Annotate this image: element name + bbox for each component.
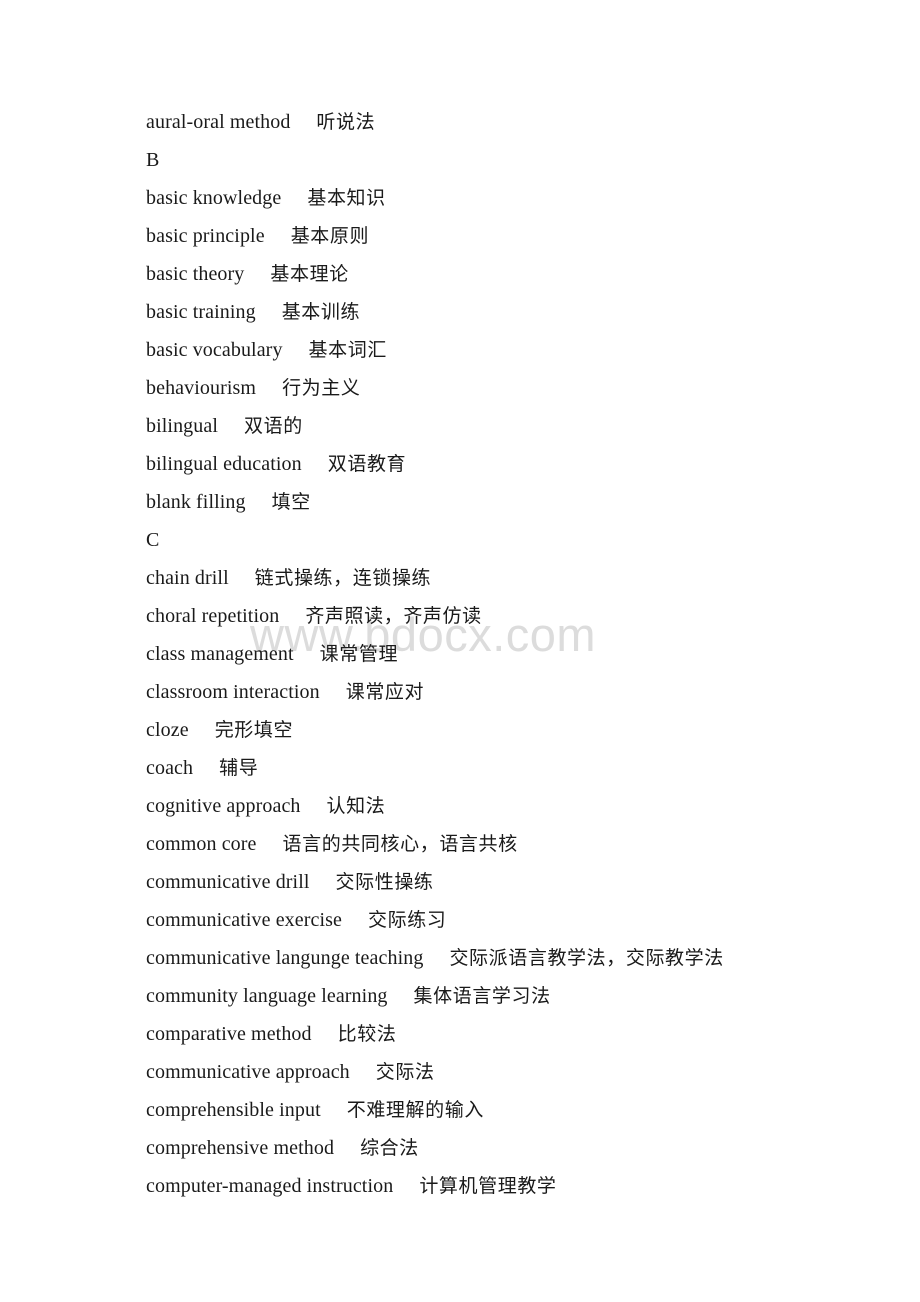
glossary-term: blank filling: [146, 491, 246, 513]
glossary-gloss: 综合法: [360, 1137, 419, 1159]
glossary-term: communicative exercise: [146, 909, 342, 931]
glossary-entry: communicative exercise 交际练习: [146, 901, 866, 939]
glossary-gloss: 双语教育: [327, 453, 407, 475]
glossary-term: basic knowledge: [146, 187, 282, 209]
glossary-term: community language learning: [146, 985, 388, 1007]
glossary-term: comparative method: [146, 1023, 312, 1045]
glossary-entry: comprehensible input 不难理解的输入: [146, 1091, 866, 1129]
glossary-entry: communicative drill 交际性操练: [146, 863, 866, 901]
glossary-term: choral repetition: [146, 605, 280, 627]
glossary-entry: blank filling 填空: [146, 483, 866, 521]
glossary-term: basic principle: [146, 225, 265, 247]
glossary-entry: community language learning 集体语言学习法: [146, 977, 866, 1015]
glossary-term: cloze: [146, 719, 189, 741]
glossary-entry: behaviourism 行为主义: [146, 369, 866, 407]
glossary-term: behaviourism: [146, 377, 257, 399]
glossary-gloss: 课常应对: [345, 681, 425, 703]
glossary-entry: coach 辅导: [146, 749, 866, 787]
glossary-entry: cognitive approach 认知法: [146, 787, 866, 825]
glossary-term: coach: [146, 757, 194, 779]
glossary-term: basic theory: [146, 263, 245, 285]
glossary-entry: classroom interaction 课常应对: [146, 673, 866, 711]
glossary-entry: communicative approach 交际法: [146, 1053, 866, 1091]
document-page: www.bdocx.com aural-oral method 听说法 Bbasic…: [0, 0, 920, 1302]
glossary-gloss: 不难理解的输入: [346, 1099, 484, 1121]
glossary-entry: comparative method 比较法: [146, 1015, 866, 1053]
glossary-gloss: 基本原则: [290, 225, 370, 247]
glossary-entry: aural-oral method 听说法: [146, 103, 866, 141]
glossary-entry: class management 课常管理: [146, 635, 866, 673]
glossary-gloss: 完形填空: [214, 719, 294, 741]
glossary-gloss: 辅导: [219, 757, 259, 779]
glossary-gloss: 语言的共同核心，语言共核: [282, 833, 518, 855]
glossary-term: communicative drill: [146, 871, 310, 893]
glossary-term: aural-oral method: [146, 111, 291, 133]
glossary-entry: basic vocabulary 基本词汇: [146, 331, 866, 369]
glossary-term: communicative langunge teaching: [146, 947, 424, 969]
glossary-gloss: 听说法: [316, 111, 376, 133]
glossary-gloss: 齐声照读，齐声仿读: [305, 605, 482, 627]
glossary-term: bilingual education: [146, 453, 302, 475]
glossary-gloss: 基本知识: [307, 187, 386, 209]
glossary-entry: common core 语言的共同核心，语言共核: [146, 825, 866, 863]
glossary-gloss: 交际法: [375, 1061, 435, 1083]
glossary-term: comprehensible input: [146, 1099, 321, 1121]
glossary-term: comprehensive method: [146, 1137, 335, 1159]
glossary-term: basic training: [146, 301, 256, 323]
glossary-entry: chain drill 链式操练，连锁操练: [146, 559, 866, 597]
glossary-entry: communicative langunge teaching 交际派语言教学法，…: [146, 939, 866, 977]
glossary-entry: basic theory 基本理论: [146, 255, 866, 293]
glossary-term: classroom interaction: [146, 681, 320, 703]
glossary-term: cognitive approach: [146, 795, 301, 817]
glossary-entry: comprehensive method 综合法: [146, 1129, 866, 1167]
glossary-gloss: 链式操练，连锁操练: [254, 567, 432, 589]
glossary-term: B: [146, 149, 160, 171]
glossary-term: communicative approach: [146, 1061, 350, 1083]
glossary-entry: computer-managed instruction 计算机管理教学: [146, 1167, 866, 1205]
glossary-term: class management: [146, 643, 294, 665]
glossary-entry: cloze 完形填空: [146, 711, 866, 749]
glossary-gloss: 集体语言学习法: [413, 985, 551, 1007]
glossary-entry: bilingual education 双语教育: [146, 445, 866, 483]
glossary-gloss: 比较法: [337, 1023, 397, 1045]
glossary-term: computer-managed instruction: [146, 1175, 394, 1197]
glossary-entry-list: aural-oral method 听说法 Bbasic knowledge 基本知识…: [146, 103, 866, 1205]
glossary-gloss: 行为主义: [282, 377, 361, 399]
glossary-gloss: 交际练习: [368, 909, 447, 931]
glossary-entry: basic knowledge 基本知识: [146, 179, 866, 217]
glossary-gloss: 双语的: [244, 415, 303, 437]
glossary-entry: bilingual 双语的: [146, 407, 866, 445]
glossary-entry: basic principle 基本原则: [146, 217, 866, 255]
glossary-gloss: 交际派语言教学法，交际教学法: [449, 947, 724, 969]
glossary-term: C: [146, 529, 160, 551]
glossary-gloss: 基本理论: [270, 263, 349, 285]
glossary-entry: choral repetition 齐声照读，齐声仿读: [146, 597, 866, 635]
glossary-letter-heading: C: [146, 521, 866, 559]
glossary-letter-heading: B: [146, 141, 866, 179]
glossary-entry: basic training 基本训练: [146, 293, 866, 331]
glossary-gloss: 填空: [271, 491, 311, 513]
glossary-gloss: 计算机管理教学: [419, 1175, 557, 1197]
glossary-term: chain drill: [146, 567, 229, 589]
glossary-term: common core: [146, 833, 257, 855]
glossary-gloss: 基本词汇: [308, 339, 387, 361]
glossary-gloss: 基本训练: [281, 301, 361, 323]
glossary-term: basic vocabulary: [146, 339, 283, 361]
glossary-gloss: 认知法: [326, 795, 386, 817]
glossary-term: bilingual: [146, 415, 219, 437]
glossary-gloss: 交际性操练: [335, 871, 434, 893]
glossary-gloss: 课常管理: [319, 643, 399, 665]
